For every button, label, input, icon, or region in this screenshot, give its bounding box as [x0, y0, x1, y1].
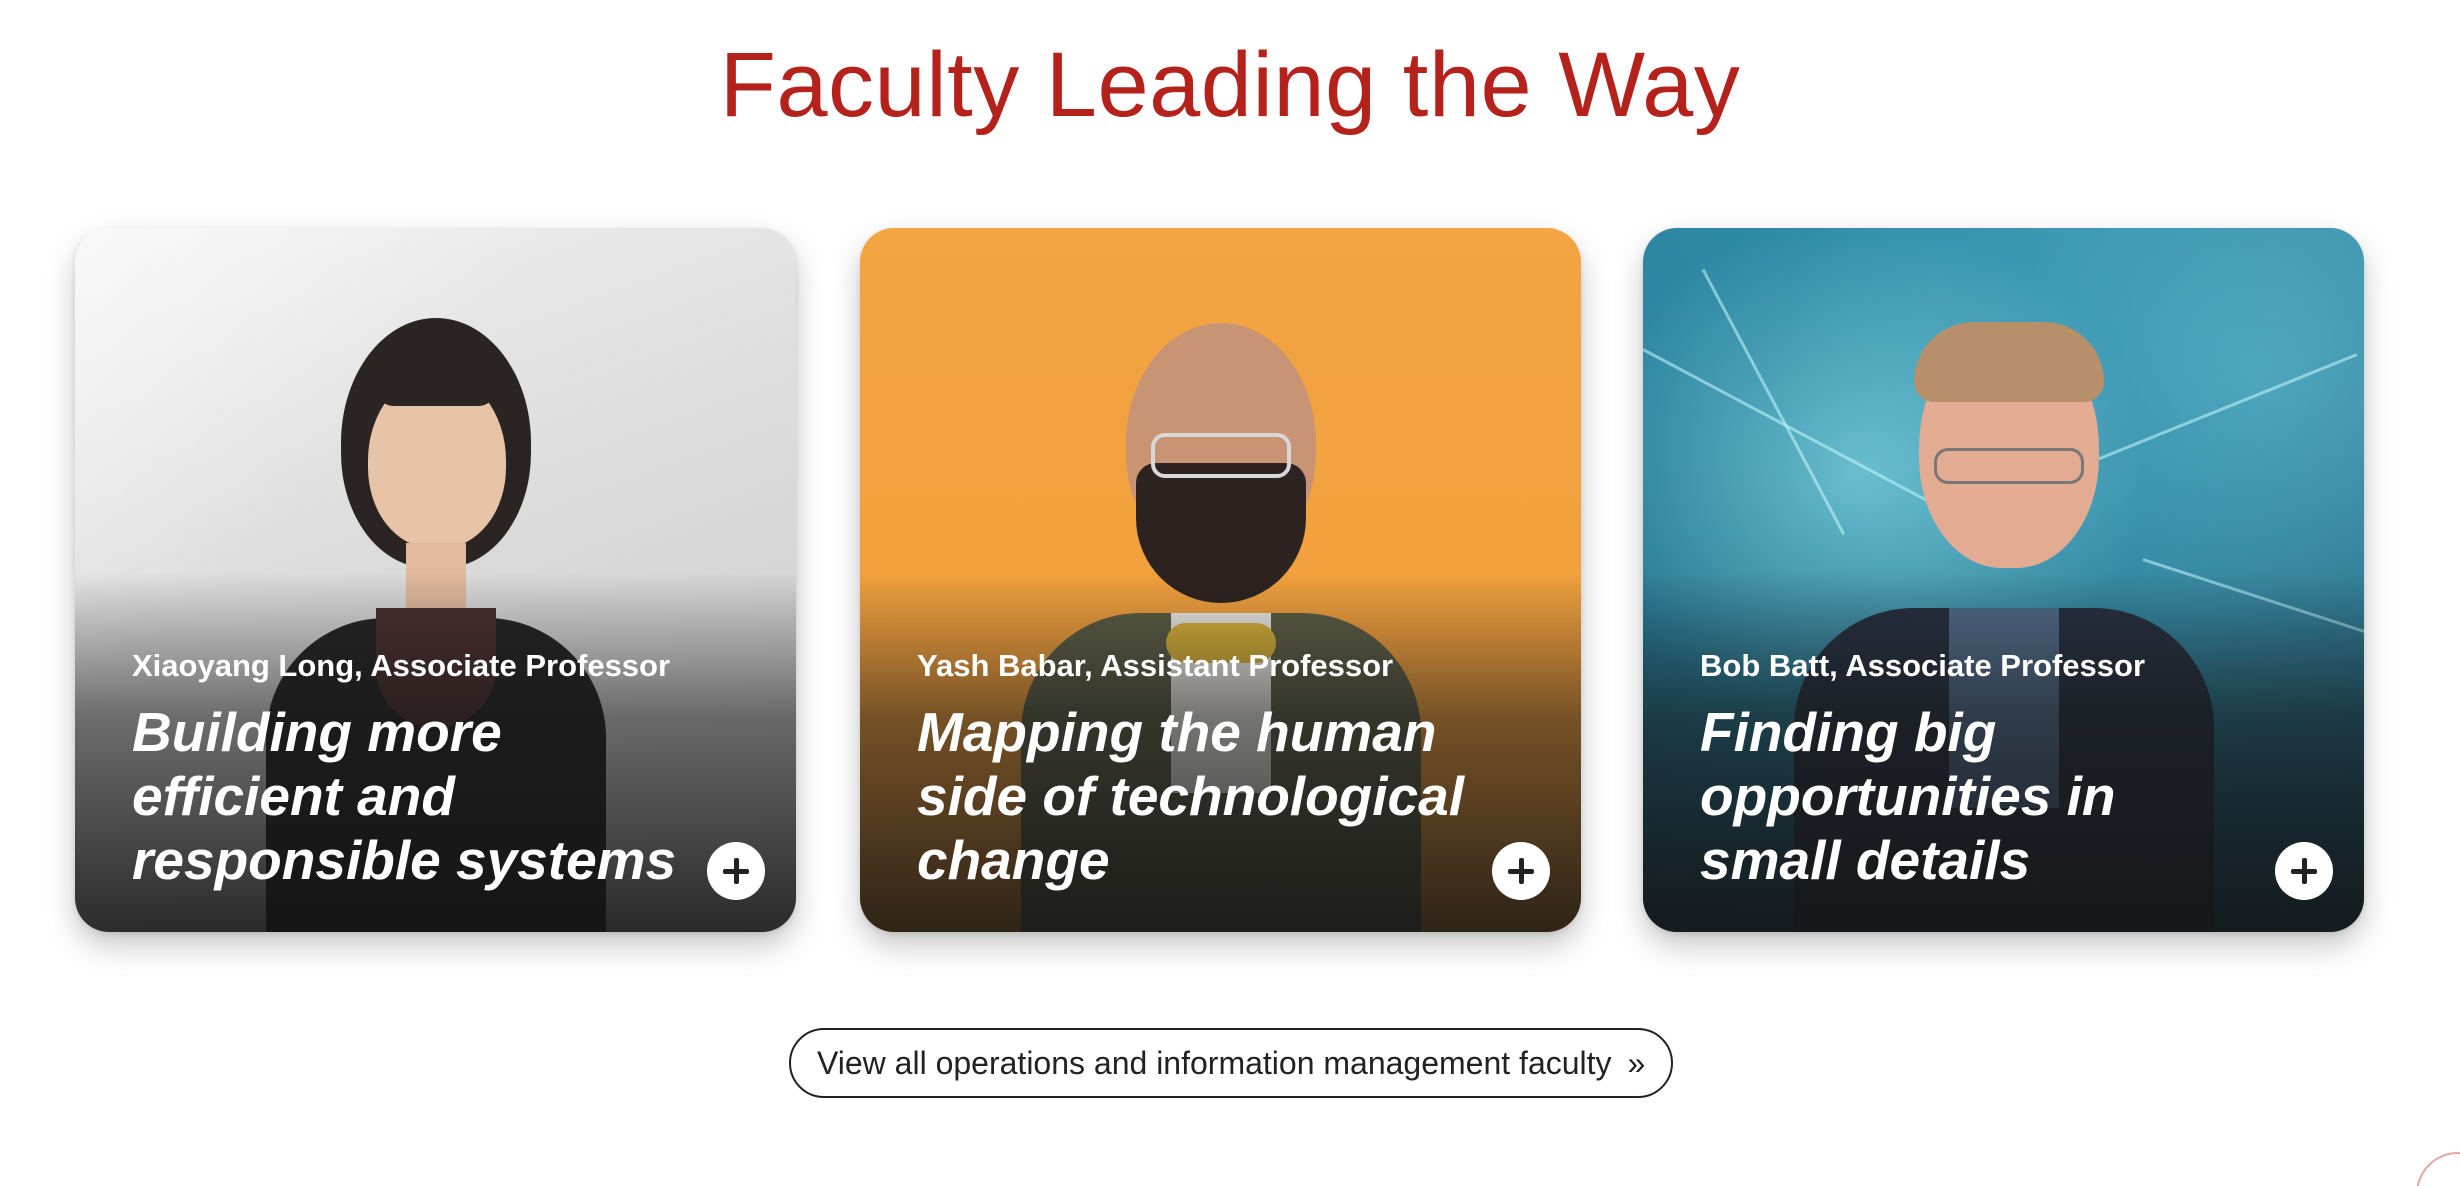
plus-icon — [2291, 858, 2317, 884]
faculty-cards: Xiaoyang Long, Associate Professor Build… — [75, 228, 2365, 932]
expand-button[interactable] — [1492, 842, 1550, 900]
card-text: Yash Babar, Assistant Professor Mapping … — [917, 646, 1477, 892]
faculty-name: Bob Batt, Associate Professor — [1700, 648, 2146, 683]
faculty-headline: Building more efficient and responsible … — [132, 701, 677, 891]
view-all-label: View all operations and information mana… — [817, 1044, 1612, 1081]
section-title: Faculty Leading the Way — [719, 34, 1741, 136]
card-text: Bob Batt, Associate Professor Finding bi… — [1700, 646, 2260, 892]
faculty-name: Yash Babar, Assistant Professor — [917, 648, 1394, 683]
plus-icon — [1508, 858, 1534, 884]
faculty-section: Faculty Leading the Way Xiaoyang Long, A… — [0, 0, 2460, 1186]
faculty-name: Xiaoyang Long, Associate Professor — [132, 648, 671, 683]
faculty-card-yash-babar[interactable]: Yash Babar, Assistant Professor Mapping … — [860, 228, 1581, 932]
expand-button[interactable] — [2275, 842, 2333, 900]
card-text: Xiaoyang Long, Associate Professor Build… — [132, 646, 692, 892]
expand-button[interactable] — [707, 842, 765, 900]
view-all-faculty-button[interactable]: View all operations and information mana… — [789, 1028, 1674, 1098]
chevron-right-icon: » — [1627, 1044, 1646, 1081]
faculty-headline: Mapping the human side of technological … — [917, 701, 1465, 891]
faculty-card-bob-batt[interactable]: Bob Batt, Associate Professor Finding bi… — [1643, 228, 2364, 932]
faculty-card-xiaoyang-long[interactable]: Xiaoyang Long, Associate Professor Build… — [75, 228, 796, 932]
faculty-headline: Finding big opportunities in small detai… — [1700, 701, 2116, 891]
plus-icon — [723, 858, 749, 884]
decorative-arc — [2416, 1152, 2460, 1186]
